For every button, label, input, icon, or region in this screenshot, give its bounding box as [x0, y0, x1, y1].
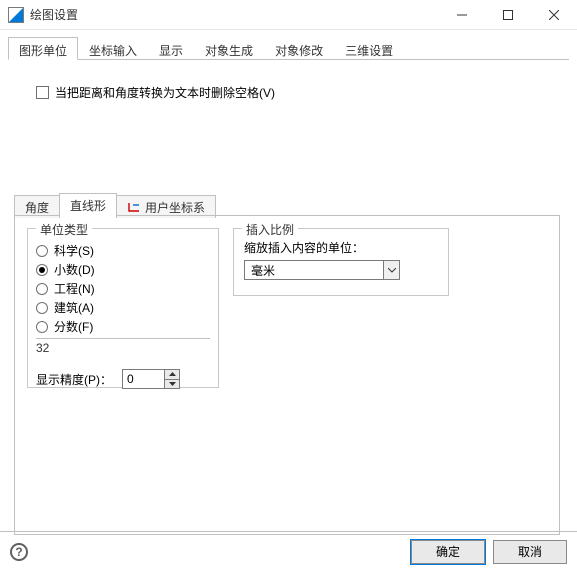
remove-spaces-checkbox[interactable]: [36, 86, 49, 99]
insert-scale-legend: 插入比例: [242, 221, 298, 238]
remove-spaces-label: 当把距离和角度转换为文本时删除空格(V): [55, 84, 275, 101]
radio-decimal[interactable]: [36, 264, 48, 276]
ok-label: 确定: [436, 543, 460, 560]
radio-engineering[interactable]: [36, 283, 48, 295]
main-tab-strip: 图形单位 坐标输入 显示 对象生成 对象修改 三维设置: [8, 36, 569, 60]
help-button[interactable]: ?: [10, 543, 28, 561]
tab-display[interactable]: 显示: [148, 37, 194, 60]
remove-spaces-row: 当把距离和角度转换为文本时删除空格(V): [36, 84, 569, 101]
tab-object-create[interactable]: 对象生成: [194, 37, 264, 60]
radio-label: 小数(D): [54, 261, 95, 278]
insert-unit-select[interactable]: 毫米: [244, 260, 400, 280]
sub-tab-strip: 角度 直线形 用户坐标系: [14, 193, 216, 216]
chevron-up-icon: [169, 372, 176, 376]
subtab-label: 用户坐标系: [145, 199, 205, 216]
tab-object-modify[interactable]: 对象修改: [264, 37, 334, 60]
radio-label: 分数(F): [54, 318, 93, 335]
maximize-icon: [503, 10, 513, 20]
window-title: 绘图设置: [30, 6, 78, 23]
minimize-icon: [457, 10, 467, 20]
radio-scientific[interactable]: [36, 245, 48, 257]
bottom-bar: ? 确定 取消: [0, 531, 577, 571]
unit-type-group: 单位类型 科学(S) 小数(D) 工程(N) 建筑(A) 分数(F) 32 显示…: [27, 228, 219, 388]
radio-decimal-row[interactable]: 小数(D): [36, 260, 218, 279]
radio-label: 工程(N): [54, 280, 95, 297]
sub-tab-panel: 单位类型 科学(S) 小数(D) 工程(N) 建筑(A) 分数(F) 32 显示…: [14, 215, 560, 535]
radio-scientific-row[interactable]: 科学(S): [36, 241, 218, 260]
subtab-linear[interactable]: 直线形: [59, 193, 117, 216]
maximize-button[interactable]: [485, 0, 531, 30]
precision-input[interactable]: [122, 369, 164, 389]
unit-readout: 32: [36, 341, 218, 355]
tab-label: 对象生成: [205, 44, 253, 58]
client-area: 图形单位 坐标输入 显示 对象生成 对象修改 三维设置 当把距离和角度转换为文本…: [0, 30, 577, 531]
subtab-label: 直线形: [70, 197, 106, 214]
cancel-button[interactable]: 取消: [493, 540, 567, 564]
insert-unit-selected: 毫米: [245, 262, 383, 279]
tab-drawing-units[interactable]: 图形单位: [8, 37, 78, 60]
precision-step-up[interactable]: [164, 369, 180, 380]
radio-engineering-row[interactable]: 工程(N): [36, 279, 218, 298]
radio-architectural[interactable]: [36, 302, 48, 314]
precision-spinner[interactable]: [122, 369, 180, 389]
cancel-label: 取消: [518, 543, 542, 560]
tab-label: 对象修改: [275, 44, 323, 58]
subtab-label: 角度: [25, 199, 49, 216]
precision-row: 显示精度(P)：: [36, 369, 218, 389]
radio-fractional-row[interactable]: 分数(F): [36, 317, 218, 336]
chevron-down-icon: [388, 268, 396, 273]
tab-3d-settings[interactable]: 三维设置: [334, 37, 404, 60]
help-icon: ?: [15, 545, 22, 559]
precision-label: 显示精度(P)：: [36, 371, 112, 388]
ok-button[interactable]: 确定: [411, 540, 485, 564]
precision-step-down[interactable]: [164, 380, 180, 390]
title-bar: 绘图设置: [0, 0, 577, 30]
tab-label: 三维设置: [345, 44, 393, 58]
unit-type-radios: 科学(S) 小数(D) 工程(N) 建筑(A) 分数(F): [36, 241, 218, 336]
ucs-icon: [127, 201, 141, 213]
app-icon: [8, 7, 24, 23]
unit-divider: [36, 338, 210, 339]
insert-scale-label: 缩放插入内容的单位：: [244, 239, 448, 256]
tab-label: 图形单位: [19, 44, 67, 58]
tab-label: 坐标输入: [89, 44, 137, 58]
tab-coord-input[interactable]: 坐标输入: [78, 37, 148, 60]
close-button[interactable]: [531, 0, 577, 30]
close-icon: [549, 10, 559, 20]
radio-label: 科学(S): [54, 242, 94, 259]
insert-unit-dropdown-button[interactable]: [383, 261, 399, 279]
chevron-down-icon: [169, 382, 176, 386]
radio-fractional[interactable]: [36, 321, 48, 333]
unit-type-legend: 单位类型: [36, 221, 92, 238]
tab-label: 显示: [159, 44, 183, 58]
radio-label: 建筑(A): [54, 299, 94, 316]
insert-scale-group: 插入比例 缩放插入内容的单位： 毫米: [233, 228, 449, 296]
radio-architectural-row[interactable]: 建筑(A): [36, 298, 218, 317]
minimize-button[interactable]: [439, 0, 485, 30]
